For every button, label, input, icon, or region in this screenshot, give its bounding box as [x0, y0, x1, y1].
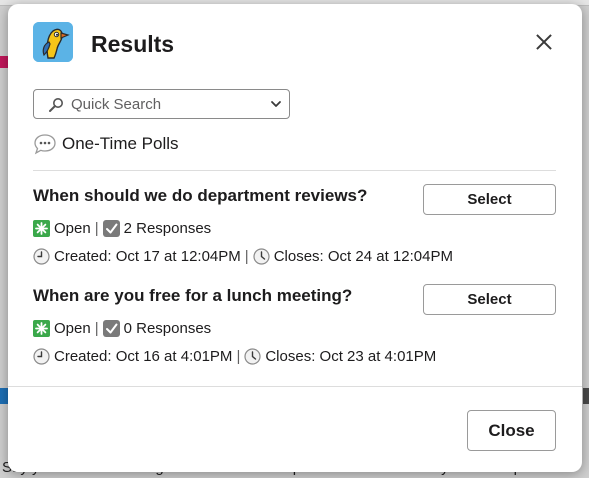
- poll-closes: Closes: Oct 24 at 12:04PM: [273, 248, 453, 265]
- select-button[interactable]: Select: [423, 184, 556, 215]
- poll-responses: 0 Responses: [123, 320, 212, 337]
- poll-status: Open: [54, 320, 91, 337]
- quick-search-placeholder: Quick Search: [71, 96, 162, 113]
- separator: |: [244, 248, 249, 265]
- section-heading: One-Time Polls: [33, 132, 179, 156]
- poll-created: Created: Oct 16 at 4:01PM: [54, 348, 233, 365]
- clock-icon: [244, 348, 261, 365]
- poll-closes: Closes: Oct 23 at 4:01PM: [265, 348, 437, 365]
- poll-status-line: Open | 2 Responses: [33, 220, 211, 237]
- poll-created: Created: Oct 17 at 12:04PM: [54, 248, 241, 265]
- separator: |: [236, 348, 241, 365]
- results-modal: Results Quick Search One-Time Polls When…: [8, 4, 582, 472]
- close-button[interactable]: Close: [467, 410, 556, 451]
- poll-responses: 2 Responses: [123, 220, 212, 237]
- separator: |: [94, 220, 99, 237]
- modal-title: Results: [91, 31, 175, 57]
- background-indicator: [0, 56, 8, 68]
- clock-icon: [33, 348, 50, 365]
- poll-question: When should we do department reviews?: [33, 186, 368, 205]
- open-status-icon: [33, 320, 50, 337]
- poll-dates-line: Created: Oct 17 at 12:04PM | Closes: Oct…: [33, 248, 453, 265]
- chevron-down-icon: [271, 101, 281, 107]
- separator: |: [94, 320, 99, 337]
- quick-search-select[interactable]: Quick Search: [33, 89, 290, 119]
- checkbox-icon: [102, 220, 120, 237]
- close-icon[interactable]: [531, 29, 557, 55]
- checkbox-icon: [102, 320, 120, 337]
- poll-question: When are you free for a lunch meeting?: [33, 286, 353, 305]
- open-status-icon: [33, 220, 50, 237]
- modal-header: Results: [8, 4, 582, 80]
- background-link-fragment: [0, 388, 8, 404]
- section-divider: [33, 170, 556, 171]
- poll-status: Open: [54, 220, 91, 237]
- poll-dates-line: Created: Oct 16 at 4:01PM | Closes: Oct …: [33, 348, 436, 365]
- clock-icon: [253, 248, 270, 265]
- poll-status-line: Open | 0 Responses: [33, 320, 211, 337]
- select-button[interactable]: Select: [423, 284, 556, 315]
- magnifier-icon: [49, 98, 63, 112]
- app-bird-icon: [33, 22, 73, 62]
- section-label: One-Time Polls: [62, 134, 179, 153]
- speech-bubble-icon: [34, 134, 56, 155]
- background-text-fragment: [583, 388, 589, 404]
- footer-divider: [8, 386, 582, 387]
- clock-icon: [33, 248, 50, 265]
